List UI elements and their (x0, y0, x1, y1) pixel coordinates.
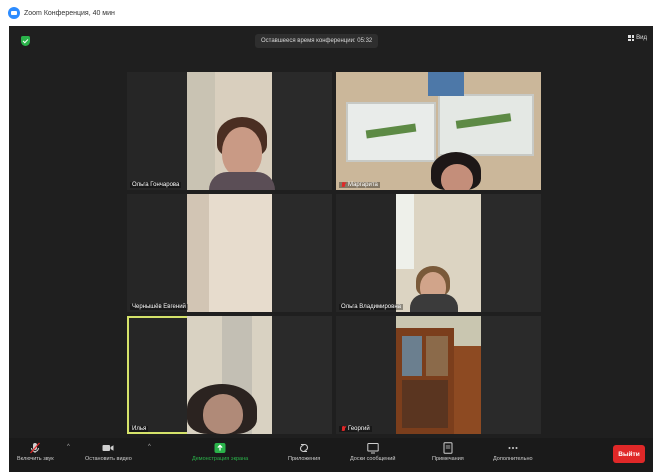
apps-label: Приложения (288, 456, 321, 462)
video-tile[interactable]: Маргарита (336, 72, 541, 190)
participant-name: Ольга Владимировна (339, 304, 403, 310)
security-shield-icon[interactable] (21, 36, 30, 46)
participant-name: Илья (130, 426, 149, 432)
meeting-timer: Оставшееся время конференции: 05:32 (255, 34, 379, 48)
notes-label: Примечания (432, 456, 464, 462)
notes-icon (443, 442, 453, 454)
window-title: Zoom Конференция, 40 мин (24, 9, 115, 17)
whiteboards-label: Доски сообщений (350, 456, 396, 462)
stop-video-label: Остановить видео (85, 456, 132, 462)
view-label: Вид (636, 35, 647, 41)
meeting-toolbar: Включить звук ^ Остановить видео ^ Демон… (9, 438, 653, 472)
audio-options-caret-icon[interactable]: ^ (67, 444, 70, 450)
participant-name: Маргарита (339, 182, 380, 188)
video-tile[interactable]: Ольга Гончарова (127, 72, 332, 190)
video-tile[interactable]: Ольга Владимировна (336, 194, 541, 312)
more-button[interactable]: Дополнительно (493, 442, 533, 462)
meeting-window: Оставшееся время конференции: 05:32 Вид … (9, 26, 653, 472)
zoom-logo-icon (8, 7, 20, 19)
grid-icon (628, 35, 635, 41)
leave-meeting-button[interactable]: Выйти (613, 445, 645, 463)
unmute-button[interactable]: Включить звук (17, 442, 54, 462)
muted-mic-icon (341, 426, 346, 432)
apps-icon (300, 443, 309, 453)
share-screen-button[interactable]: Демонстрация экрана (192, 442, 248, 462)
video-tile[interactable]: Чернышёв Евгений (127, 194, 332, 312)
share-screen-icon (214, 443, 226, 453)
video-options-caret-icon[interactable]: ^ (148, 444, 151, 450)
apps-button[interactable]: Приложения (288, 442, 320, 462)
whiteboard-icon (366, 443, 379, 454)
video-tile-active-speaker[interactable]: Илья (127, 316, 332, 434)
mic-off-icon (30, 442, 41, 454)
muted-mic-icon (341, 182, 346, 188)
participant-name: Чернышёв Евгений (130, 304, 188, 310)
more-label: Дополнительно (493, 456, 533, 462)
whiteboards-button[interactable]: Доски сообщений (350, 442, 395, 462)
window-titlebar: Zoom Конференция, 40 мин (0, 0, 653, 26)
stop-video-button[interactable]: Остановить видео (85, 442, 132, 462)
unmute-label: Включить звук (17, 456, 54, 462)
video-tile[interactable]: Георгий (336, 316, 541, 434)
more-dots-icon (508, 447, 518, 449)
participant-name: Ольга Гончарова (130, 182, 182, 188)
meeting-top-bar: Оставшееся время конференции: 05:32 Вид (9, 26, 653, 56)
video-camera-icon (102, 445, 114, 451)
share-screen-label: Демонстрация экрана (192, 456, 249, 462)
notes-button[interactable]: Примечания (432, 442, 464, 462)
participant-name: Георгий (339, 426, 372, 432)
view-button[interactable]: Вид (628, 35, 647, 41)
